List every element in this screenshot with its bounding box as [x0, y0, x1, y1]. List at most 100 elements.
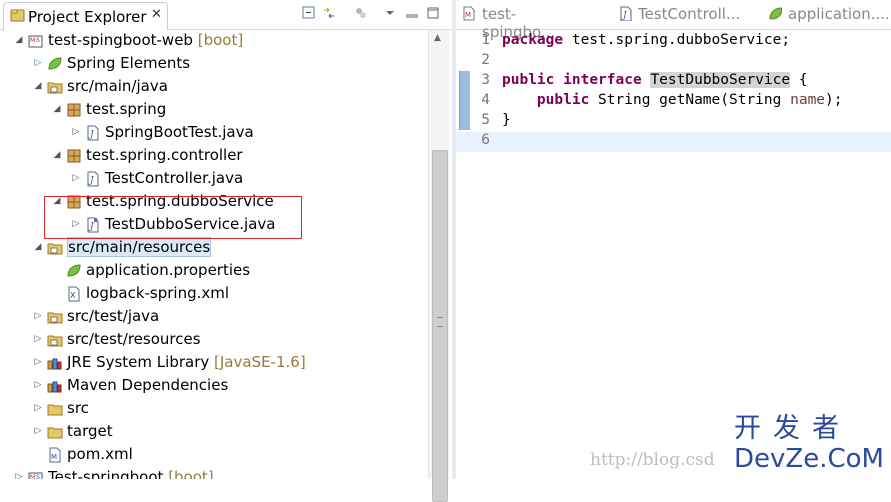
filter-icon[interactable]: [354, 6, 368, 20]
tree-item[interactable]: ▷ src: [0, 398, 428, 421]
line-number: 2: [481, 52, 490, 68]
expanded-twisty-icon[interactable]: ◢: [33, 242, 43, 252]
tree-item-name: Test-springboot: [48, 468, 164, 479]
view-tabbar: Project Explorer ✕: [0, 0, 452, 30]
editor-area: Mtest-spingbo... J TestControll... applicat…: [456, 0, 891, 479]
tree-item-name: logback-spring.xml: [86, 284, 230, 302]
tree-item[interactable]: ◢ src/main/resources: [0, 237, 428, 260]
project-explorer-icon: [10, 9, 25, 22]
collapse-all-icon[interactable]: [302, 6, 316, 20]
tree-item[interactable]: ▷ src/test/resources: [0, 329, 428, 352]
tree-item[interactable]: ◢ src/main/java: [0, 76, 428, 99]
collapsed-twisty-icon[interactable]: ▷: [14, 472, 24, 479]
scroll-up-icon[interactable]: ▲: [434, 33, 441, 43]
maven-project-icon: MS: [28, 33, 44, 49]
highlight-annotation-box: [44, 196, 302, 239]
code-line[interactable]: 1 package test.spring.dubboService;: [456, 32, 891, 52]
svg-text:M: M: [51, 453, 57, 461]
expanded-twisty-icon[interactable]: ◢: [33, 81, 43, 91]
code-highlight: TestDubboService: [650, 72, 791, 88]
tree-item-name: src/test/resources: [67, 330, 201, 348]
tree-item[interactable]: ▷ Maven Dependencies: [0, 375, 428, 398]
code-token: );: [825, 92, 843, 108]
tree-item[interactable]: application.properties: [0, 260, 428, 283]
svg-text:S: S: [36, 37, 40, 44]
tree-item[interactable]: Mpom.xml: [0, 444, 428, 467]
tree-item[interactable]: ▷ JRE System Library [JavaSE-1.6]: [0, 352, 428, 375]
java-file-icon: J: [85, 171, 101, 187]
code-token: String getName(String: [589, 92, 791, 108]
maximize-icon[interactable]: [426, 6, 440, 20]
tree-item-label: src/test/resources: [67, 330, 201, 348]
collapsed-twisty-icon[interactable]: ▷: [71, 173, 81, 183]
expanded-twisty-icon[interactable]: ◢: [14, 35, 24, 45]
tree-item-label: src: [67, 399, 89, 417]
tree-item[interactable]: ◢ test.spring: [0, 99, 428, 122]
code-text: }: [502, 112, 511, 128]
tree-item[interactable]: ▷ src/test/java: [0, 306, 428, 329]
spring-leaf-icon: [768, 6, 783, 21]
tree-item-label: TestController.java: [105, 169, 243, 187]
tree-item[interactable]: ▷ J SpringBootTest.java: [0, 122, 428, 145]
code-line[interactable]: 5}: [456, 112, 891, 132]
watermark-brand-en: DevZe.CoM: [734, 444, 884, 474]
collapsed-twisty-icon[interactable]: ▷: [71, 127, 81, 137]
collapsed-twisty-icon[interactable]: ▷: [33, 311, 43, 321]
tree-item-decoration: [boot]: [163, 468, 214, 479]
tree-item-label: pom.xml: [67, 445, 133, 463]
code-line[interactable]: 2: [456, 52, 891, 72]
expanded-twisty-icon[interactable]: ◢: [52, 150, 62, 160]
tree-item-name: src/test/java: [67, 307, 160, 325]
collapsed-twisty-icon[interactable]: ▷: [33, 403, 43, 413]
tree-item[interactable]: ▷ J TestController.java: [0, 168, 428, 191]
svg-text:S: S: [36, 474, 40, 479]
code-line[interactable]: 4 public String getName(String name);: [456, 92, 891, 112]
source-folder-icon: [47, 240, 63, 256]
vertical-scrollbar[interactable]: ▲: [428, 30, 449, 502]
tree-item[interactable]: ▷ M S Test-springboot [boot]: [0, 467, 428, 479]
watermark-url: http://blog.csd: [590, 450, 715, 470]
scrollbar-thumb[interactable]: [432, 150, 448, 502]
tree-item[interactable]: ◢ test.spring.controller: [0, 145, 428, 168]
expanded-twisty-icon[interactable]: ◢: [52, 104, 62, 114]
code-line[interactable]: 3 public interface TestDubboService {: [456, 72, 891, 92]
collapsed-twisty-icon[interactable]: ▷: [33, 380, 43, 390]
tree-item[interactable]: ▷ target: [0, 421, 428, 444]
doc-icon: M: [462, 6, 476, 21]
code-line[interactable]: 6: [456, 132, 891, 152]
collapsed-twisty-icon[interactable]: ▷: [33, 334, 43, 344]
svg-text:M: M: [465, 11, 471, 19]
tree-item-name: target: [67, 422, 113, 440]
editor-tab-label: TestControll...: [638, 5, 741, 23]
collapsed-twisty-icon[interactable]: ▷: [33, 58, 43, 68]
tree-item-name: Maven Dependencies: [67, 376, 229, 394]
collapsed-twisty-icon[interactable]: ▷: [33, 357, 43, 367]
close-icon[interactable]: ✕: [151, 7, 162, 22]
link-with-editor-icon[interactable]: [322, 6, 336, 20]
code-keyword: public: [536, 92, 590, 108]
tree-item-name: Spring Elements: [67, 54, 191, 72]
editor-tabbar: Mtest-spingbo... J TestControll... applicat…: [456, 0, 891, 41]
minimize-icon[interactable]: [405, 6, 419, 20]
scrollbar-grip-icon: [437, 317, 443, 327]
view-menu-icon[interactable]: [383, 6, 397, 20]
tree-item-label: src/main/resources: [67, 237, 212, 257]
collapsed-twisty-icon[interactable]: ▷: [33, 426, 43, 436]
tree-item[interactable]: ◢ M Stest-spingboot-web [boot]: [0, 30, 428, 53]
tab-project-explorer[interactable]: Project Explorer ✕: [3, 2, 168, 30]
tree-item[interactable]: ▷ Spring Elements: [0, 53, 428, 76]
tree-item-label: target: [67, 422, 113, 440]
line-number: 3: [481, 72, 490, 88]
library-icon: [47, 355, 63, 371]
package-icon: [66, 102, 82, 118]
code-keyword: package: [502, 32, 564, 48]
tree-item-name: test.spring.controller: [86, 146, 243, 164]
tree-item-label: test.spring.controller: [86, 146, 243, 164]
line-number: 6: [481, 132, 490, 148]
line-number: 1: [481, 32, 490, 48]
line-number: 5: [481, 112, 490, 128]
line-number: 4: [481, 92, 490, 108]
tree-item[interactable]: Xlogback-spring.xml: [0, 283, 428, 306]
java-file-icon: J: [618, 6, 632, 22]
